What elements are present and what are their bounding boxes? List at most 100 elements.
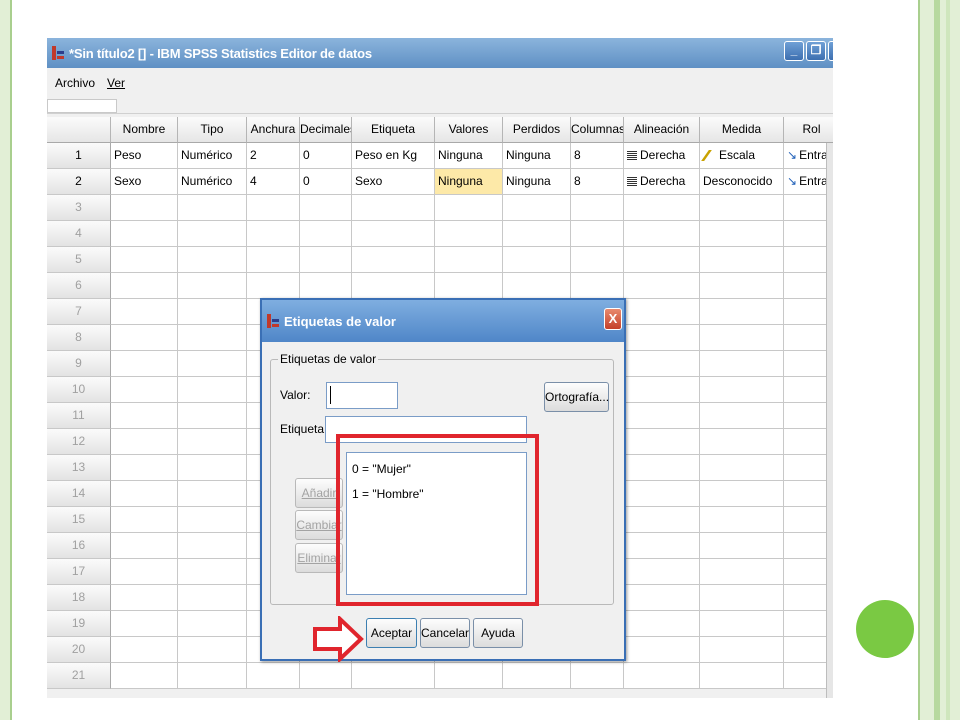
minimize-button[interactable]: _ [784,41,804,61]
grid-cell[interactable] [624,585,700,611]
grid-cell[interactable] [700,273,784,299]
grid-cell[interactable] [700,611,784,637]
grid-cell[interactable] [247,247,300,273]
grid-cell[interactable] [624,455,700,481]
grid-cell[interactable] [571,195,624,221]
grid-cell[interactable] [700,481,784,507]
grid-cell[interactable] [247,663,300,689]
grid-cell[interactable]: 4 [247,169,300,195]
grid-cell[interactable] [435,195,503,221]
grid-cell[interactable] [111,273,178,299]
grid-cell[interactable] [700,325,784,351]
grid-cell[interactable] [624,559,700,585]
grid-cell[interactable]: Ninguna [503,143,571,169]
row-number[interactable]: 3 [47,195,111,221]
row-number[interactable]: 12 [47,429,111,455]
grid-cell[interactable] [435,663,503,689]
row-number[interactable]: 15 [47,507,111,533]
grid-cell[interactable] [624,377,700,403]
valor-input[interactable] [326,382,398,409]
grid-cell[interactable] [624,403,700,429]
grid-cell[interactable] [178,559,247,585]
grid-cell[interactable]: Ninguna [503,169,571,195]
row-number[interactable]: 2 [47,169,111,195]
grid-corner[interactable] [47,117,111,143]
grid-cell[interactable]: Desconocido [700,169,784,195]
grid-cell[interactable] [700,403,784,429]
grid-cell[interactable]: Numérico [178,143,247,169]
grid-cell[interactable] [111,351,178,377]
grid-cell[interactable] [111,455,178,481]
grid-cell[interactable] [624,507,700,533]
grid-cell[interactable] [111,221,178,247]
row-number[interactable]: 19 [47,611,111,637]
column-header[interactable]: Decimales [300,117,352,143]
grid-cell[interactable] [178,481,247,507]
grid-cell[interactable] [624,533,700,559]
row-number[interactable]: 7 [47,299,111,325]
window-titlebar[interactable]: *Sin título2 [] - IBM SPSS Statistics Ed… [47,38,833,68]
grid-cell[interactable] [624,637,700,663]
grid-cell[interactable] [111,403,178,429]
grid-cell[interactable] [300,221,352,247]
row-number[interactable]: 10 [47,377,111,403]
grid-cell[interactable] [435,221,503,247]
grid-cell[interactable] [247,221,300,247]
row-number[interactable]: 13 [47,455,111,481]
column-header[interactable]: Valores [435,117,503,143]
dialog-close-button[interactable]: X [604,308,622,330]
row-number[interactable]: 9 [47,351,111,377]
grid-cell[interactable] [700,455,784,481]
grid-cell[interactable] [247,273,300,299]
row-number[interactable]: 20 [47,637,111,663]
grid-cell[interactable] [571,247,624,273]
row-number[interactable]: 17 [47,559,111,585]
column-header[interactable]: Anchura [247,117,300,143]
grid-cell[interactable] [700,377,784,403]
restore-button[interactable]: ❐ [806,41,826,61]
grid-cell[interactable] [111,429,178,455]
row-number[interactable]: 21 [47,663,111,689]
grid-cell[interactable] [571,221,624,247]
grid-cell[interactable]: Peso en Kg [352,143,435,169]
grid-cell[interactable]: Escala [700,143,784,169]
grid-cell[interactable] [435,247,503,273]
grid-cell[interactable]: Sexo [352,169,435,195]
grid-cell[interactable] [178,507,247,533]
grid-cell[interactable]: Ninguna [435,143,503,169]
grid-cell[interactable] [178,585,247,611]
grid-cell[interactable] [111,247,178,273]
dialog-titlebar[interactable]: Etiquetas de valor X [262,300,624,342]
menu-ver[interactable]: Ver [107,76,125,90]
grid-cell[interactable] [700,585,784,611]
row-number[interactable]: 6 [47,273,111,299]
grid-cell[interactable] [178,403,247,429]
grid-cell[interactable] [178,351,247,377]
grid-cell[interactable] [111,481,178,507]
grid-cell[interactable] [624,325,700,351]
grid-cell[interactable] [178,637,247,663]
grid-cell[interactable] [178,299,247,325]
grid-cell[interactable] [111,585,178,611]
grid-cell[interactable] [700,637,784,663]
grid-cell[interactable] [178,325,247,351]
grid-cell[interactable] [111,611,178,637]
grid-cell[interactable] [503,247,571,273]
row-number[interactable]: 8 [47,325,111,351]
grid-cell[interactable] [503,221,571,247]
grid-cell[interactable]: 2 [247,143,300,169]
grid-cell[interactable]: Derecha [624,169,700,195]
row-number[interactable]: 4 [47,221,111,247]
grid-cell[interactable] [624,611,700,637]
grid-cell[interactable] [178,273,247,299]
grid-cell[interactable]: Numérico [178,169,247,195]
grid-cell[interactable] [700,299,784,325]
grid-cell[interactable] [624,221,700,247]
grid-cell[interactable] [503,273,571,299]
grid-cell[interactable] [503,195,571,221]
spelling-button[interactable]: Ortografía... [544,382,609,412]
help-button[interactable]: Ayuda [473,618,523,648]
column-header[interactable]: Rol [784,117,833,143]
grid-cell[interactable] [300,663,352,689]
grid-cell[interactable] [111,377,178,403]
